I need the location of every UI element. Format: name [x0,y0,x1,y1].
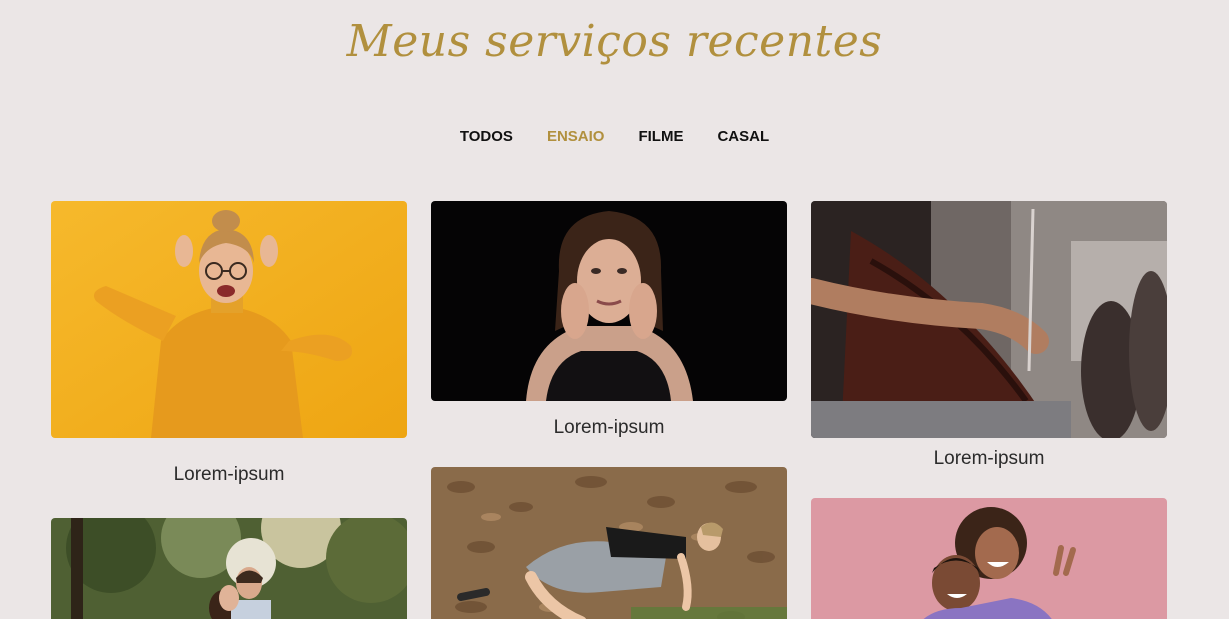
filter-todos[interactable]: TODOS [460,124,513,150]
portfolio-caption: Lorem-ipsum [173,464,285,485]
filter-nav: TODOS ENSAIO FILME CASAL [0,124,1229,150]
filter-filme[interactable]: FILME [638,124,683,150]
filter-ensaio[interactable]: ENSAIO [547,124,605,150]
portfolio-caption: Lorem-ipsum [933,448,1045,469]
section-title: Meus serviços recentes [346,16,883,67]
couple-forest-photo[interactable] [51,518,407,619]
filter-casal[interactable]: CASAL [717,124,769,150]
portfolio-caption: Lorem-ipsum [553,417,665,438]
couple-pink-background-photo[interactable] [811,498,1167,619]
woman-yellow-sweater-photo[interactable] [51,201,407,438]
portfolio-section: Meus serviços recentes TODOS ENSAIO FILM… [0,0,1229,619]
woman-lying-on-leaves-photo[interactable] [431,467,787,619]
cellist-playing-photo[interactable] [811,201,1167,438]
woman-hands-on-face-photo[interactable] [431,201,787,401]
